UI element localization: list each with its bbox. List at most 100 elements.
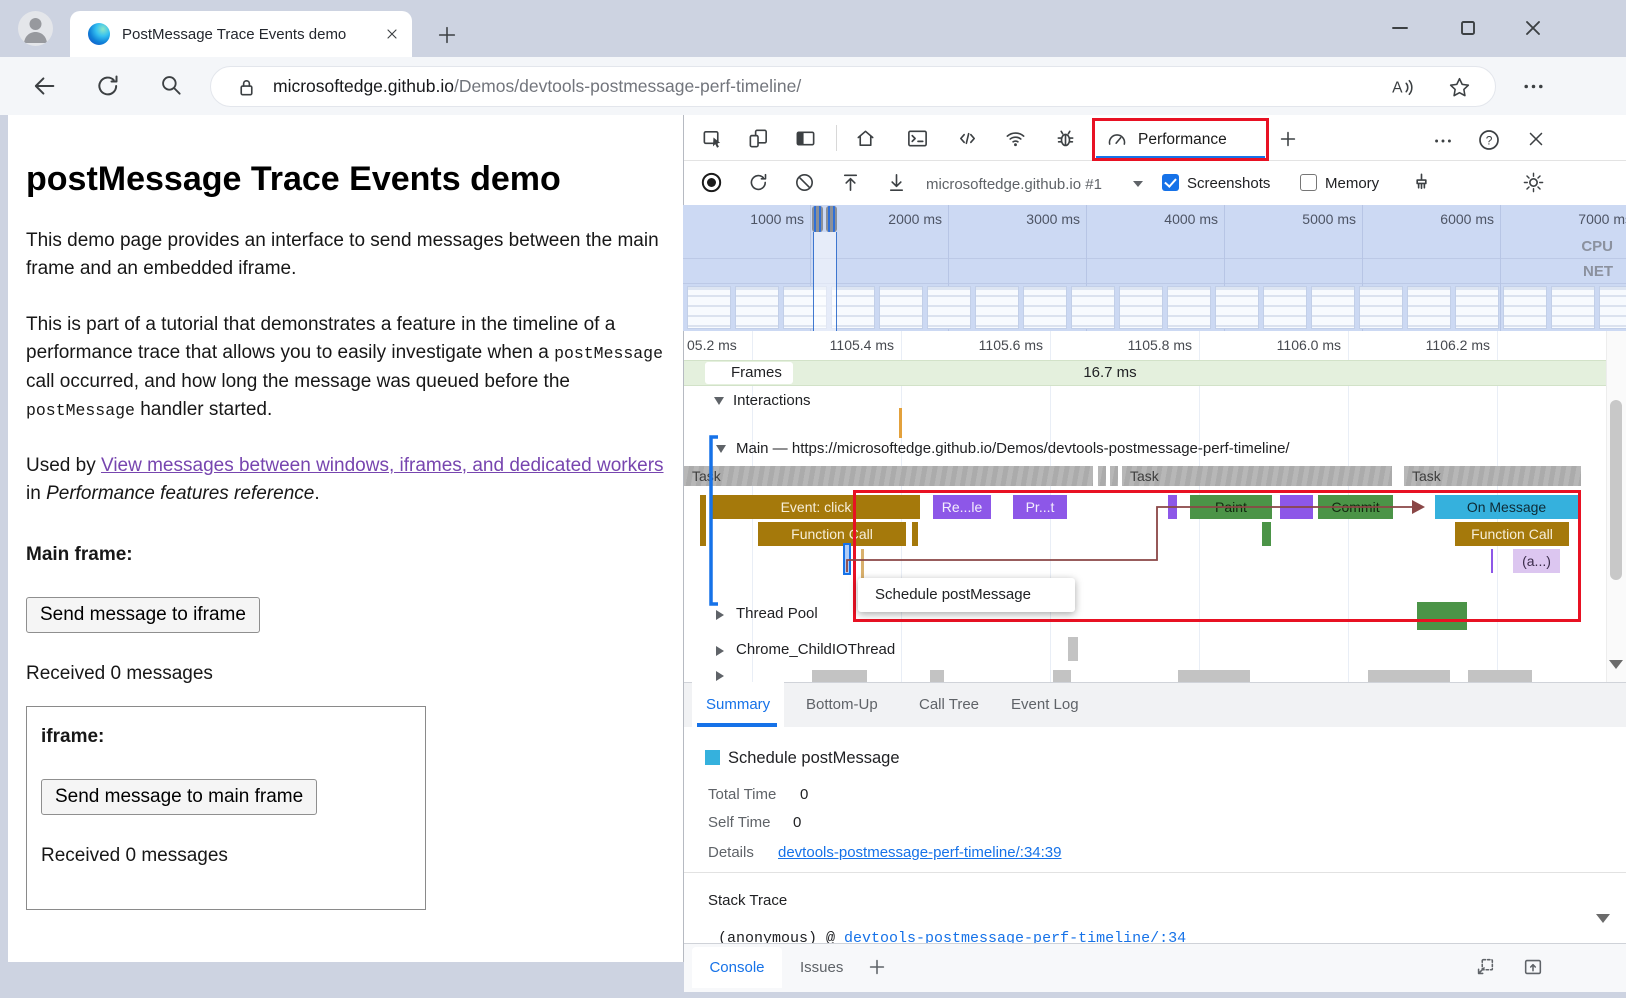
io-thread-activity[interactable] bbox=[1068, 637, 1078, 661]
back-button[interactable] bbox=[30, 72, 58, 100]
filmstrip-thumbnail[interactable] bbox=[1407, 286, 1451, 329]
task-bar[interactable] bbox=[1098, 466, 1106, 486]
search-icon[interactable] bbox=[158, 72, 184, 98]
new-tab-button[interactable] bbox=[436, 24, 458, 46]
add-drawer-tab-button[interactable] bbox=[866, 956, 888, 978]
console-position-icon[interactable] bbox=[1474, 956, 1496, 978]
overview-tick-label: 7000 ms bbox=[1546, 211, 1626, 227]
refresh-button[interactable] bbox=[94, 72, 122, 100]
read-aloud-icon[interactable]: A bbox=[1389, 75, 1414, 100]
filmstrip-thumbnail[interactable] bbox=[1215, 286, 1259, 329]
filmstrip-thumbnail[interactable] bbox=[735, 286, 779, 329]
task-bar[interactable]: Task bbox=[1404, 466, 1581, 486]
filmstrip-thumbnail[interactable] bbox=[1023, 286, 1067, 329]
summary-event-title: Schedule postMessage bbox=[728, 749, 900, 768]
send-to-iframe-button[interactable]: Send message to iframe bbox=[26, 597, 260, 633]
clear-button[interactable] bbox=[793, 171, 816, 194]
console-panel-icon[interactable] bbox=[906, 127, 929, 150]
task-bar[interactable]: Task bbox=[684, 466, 1093, 486]
filmstrip-thumbnail[interactable] bbox=[1119, 286, 1163, 329]
favorite-star-icon[interactable] bbox=[1447, 75, 1472, 100]
browser-tab[interactable]: PostMessage Trace Events demo bbox=[70, 11, 412, 57]
tab-call-tree[interactable]: Call Tree bbox=[919, 682, 979, 727]
save-profile-icon[interactable] bbox=[885, 171, 908, 194]
inspect-element-icon[interactable] bbox=[701, 127, 724, 150]
origin-selector[interactable]: microsoftedge.github.io #1 bbox=[926, 176, 1102, 193]
tab-bottom-up[interactable]: Bottom-Up bbox=[806, 682, 878, 727]
filmstrip-thumbnail[interactable] bbox=[879, 286, 923, 329]
scroll-down-icon[interactable] bbox=[1596, 914, 1610, 923]
filmstrip-thumbnail[interactable] bbox=[927, 286, 971, 329]
debug-panel-icon[interactable] bbox=[1054, 127, 1077, 150]
browser-menu-icon[interactable] bbox=[1521, 74, 1546, 99]
filmstrip-thumbnail[interactable] bbox=[1455, 286, 1499, 329]
interaction-marker bbox=[899, 408, 902, 438]
memory-checkbox[interactable] bbox=[1300, 174, 1317, 191]
filmstrip-thumbnail[interactable] bbox=[687, 286, 731, 329]
compositor-activity[interactable] bbox=[1178, 670, 1250, 682]
sources-panel-icon[interactable] bbox=[956, 127, 979, 150]
expander-down-icon[interactable] bbox=[716, 445, 726, 453]
minimize-button[interactable] bbox=[1388, 16, 1412, 40]
more-tabs-button[interactable] bbox=[1277, 128, 1299, 150]
devtools-close-icon[interactable] bbox=[1525, 128, 1547, 150]
details-source-link[interactable]: devtools-postmessage-perf-timeline/:34:3… bbox=[778, 844, 1061, 861]
selection-handle-left[interactable] bbox=[812, 206, 823, 232]
send-to-main-button[interactable]: Send message to main frame bbox=[41, 779, 317, 815]
maximize-button[interactable] bbox=[1456, 16, 1480, 40]
compositor-activity[interactable] bbox=[1468, 670, 1532, 682]
home-panel-icon[interactable] bbox=[854, 127, 877, 150]
profile-avatar[interactable] bbox=[18, 11, 53, 46]
expand-console-icon[interactable] bbox=[1522, 956, 1544, 978]
collect-garbage-icon[interactable] bbox=[1410, 171, 1433, 194]
screenshots-checkbox[interactable] bbox=[1162, 174, 1179, 191]
docs-link[interactable]: View messages between windows, iframes, … bbox=[101, 455, 664, 476]
filmstrip-thumbnail[interactable] bbox=[1503, 286, 1547, 329]
expander-right-icon[interactable] bbox=[716, 610, 724, 620]
load-profile-icon[interactable] bbox=[839, 171, 862, 194]
record-button[interactable] bbox=[700, 171, 723, 194]
filmstrip-thumbnail[interactable] bbox=[831, 286, 875, 329]
stack-frame-row: (anonymous) @ devtools-postmessage-perf-… bbox=[718, 929, 1478, 943]
tab-issues[interactable]: Issues bbox=[800, 959, 843, 976]
expander-down-icon[interactable] bbox=[714, 397, 724, 405]
cpu-label: CPU bbox=[1553, 238, 1613, 255]
window-close-button[interactable] bbox=[1521, 16, 1545, 40]
flame-event[interactable] bbox=[700, 495, 706, 546]
selected-range[interactable] bbox=[813, 232, 837, 331]
tab-close-icon[interactable] bbox=[384, 26, 400, 42]
network-panel-icon[interactable] bbox=[1004, 127, 1027, 150]
filmstrip-thumbnail[interactable] bbox=[1359, 286, 1403, 329]
scrollbar-thumb[interactable] bbox=[1610, 400, 1622, 580]
tab-summary[interactable]: Summary bbox=[692, 682, 784, 727]
devtools-menu-icon[interactable] bbox=[1432, 130, 1454, 152]
selected-event-marker[interactable] bbox=[843, 543, 851, 575]
filmstrip-thumbnail[interactable] bbox=[1071, 286, 1115, 329]
filmstrip-thumbnail[interactable] bbox=[1599, 286, 1626, 329]
tab-event-log[interactable]: Event Log bbox=[1011, 682, 1079, 727]
compositor-activity[interactable] bbox=[812, 670, 867, 682]
stack-frame-link[interactable]: devtools-postmessage-perf-timeline/:34 bbox=[844, 930, 1186, 943]
expander-right-icon[interactable] bbox=[716, 671, 724, 681]
help-icon[interactable]: ? bbox=[1477, 128, 1501, 152]
scroll-down-icon[interactable] bbox=[1609, 660, 1623, 669]
filmstrip-thumbnail[interactable] bbox=[1167, 286, 1211, 329]
filmstrip-thumbnail[interactable] bbox=[1263, 286, 1307, 329]
filmstrip-thumbnail[interactable] bbox=[1551, 286, 1595, 329]
filmstrip-thumbnail[interactable] bbox=[975, 286, 1019, 329]
settings-gear-icon[interactable] bbox=[1522, 171, 1545, 194]
device-emulation-icon[interactable] bbox=[747, 127, 770, 150]
tab-console[interactable]: Console bbox=[692, 947, 782, 988]
selection-handle-right[interactable] bbox=[826, 206, 837, 232]
task-bar[interactable] bbox=[1110, 466, 1118, 486]
filmstrip-thumbnail[interactable] bbox=[1311, 286, 1355, 329]
compositor-activity[interactable] bbox=[1368, 670, 1450, 682]
address-bar[interactable]: microsoftedge.github.io/Demos/devtools-p… bbox=[210, 66, 1496, 107]
compositor-activity[interactable] bbox=[930, 670, 944, 682]
chevron-down-icon[interactable] bbox=[1133, 181, 1143, 187]
task-bar[interactable]: Task bbox=[1122, 466, 1392, 486]
compositor-activity[interactable] bbox=[1053, 670, 1071, 682]
expander-right-icon[interactable] bbox=[716, 646, 724, 656]
reload-record-button[interactable] bbox=[747, 171, 770, 194]
dock-side-icon[interactable] bbox=[794, 127, 817, 150]
